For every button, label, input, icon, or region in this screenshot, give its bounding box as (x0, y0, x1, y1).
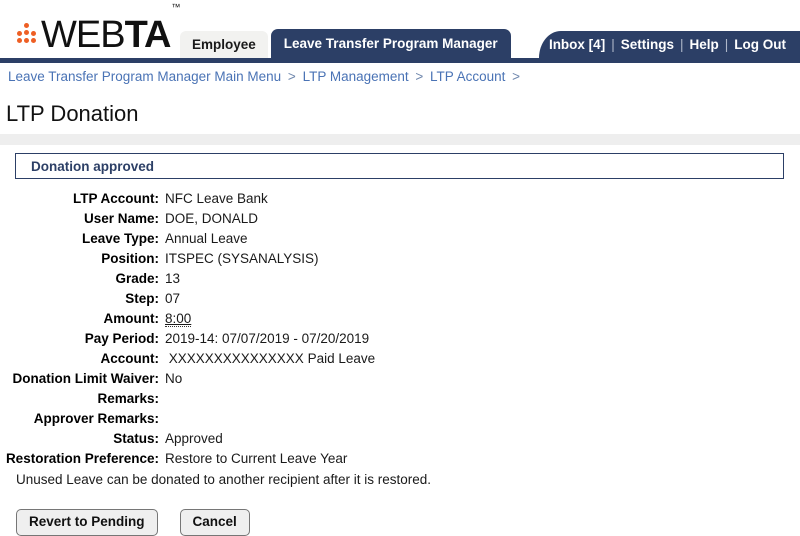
nav-logout-link[interactable]: Log Out (734, 37, 786, 52)
nav-help-link[interactable]: Help (689, 37, 718, 52)
detail-row-value[interactable]: 8:00 (165, 311, 192, 327)
nav-separator: | (679, 37, 684, 52)
detail-row-label: Donation Limit Waiver: (12, 371, 159, 386)
detail-row-value: 2019-14: 07/07/2019 - 07/20/2019 (165, 331, 370, 346)
detail-row: Remarks: (0, 391, 800, 411)
nav-inbox-link[interactable]: Inbox [4] (549, 37, 605, 52)
detail-row-label: Restoration Preference: (5, 451, 159, 466)
detail-row-label: Position: (101, 251, 159, 266)
restoration-note: Unused Leave can be donated to another r… (16, 472, 432, 487)
breadcrumb-item-ltp-main-menu[interactable]: Leave Transfer Program Manager Main Menu (8, 69, 281, 84)
logo-text-web: WEB (41, 14, 126, 57)
tab-leave-transfer-program-manager[interactable]: Leave Transfer Program Manager (270, 29, 511, 58)
detail-row-value: 13 (165, 271, 181, 286)
detail-row-label: Status: (113, 431, 159, 446)
detail-row-value: Approved (165, 431, 223, 446)
revert-to-pending-button[interactable]: Revert to Pending (16, 509, 158, 536)
top-utility-nav: Inbox [4] | Settings | Help | Log Out (538, 31, 800, 58)
detail-row: Position: ITSPEC (SYSANALYSIS) (0, 251, 800, 271)
detail-row: LTP Account: NFC Leave Bank (0, 191, 800, 211)
page-header: WEBTA™ Employee Leave Transfer Program M… (0, 0, 800, 58)
detail-row-value: NFC Leave Bank (165, 191, 268, 206)
detail-row-value: No (165, 371, 183, 386)
detail-row: Grade: 13 (0, 271, 800, 291)
nav-separator: | (724, 37, 729, 52)
detail-row-label: User Name: (83, 211, 159, 226)
page-title: LTP Donation (6, 101, 139, 126)
nav-separator: | (611, 37, 615, 52)
detail-row-label: Remarks: (97, 391, 159, 406)
logo-dots-icon (14, 23, 40, 49)
detail-row: Status: Approved (0, 431, 800, 451)
breadcrumb: Leave Transfer Program Manager Main Menu… (0, 63, 800, 90)
detail-row-value: Annual Leave (165, 231, 248, 246)
nav-settings-link[interactable]: Settings (621, 37, 674, 52)
detail-row: Restoration Preference: Restore to Curren… (0, 451, 800, 471)
breadcrumb-item-ltp-account[interactable]: LTP Account (430, 69, 505, 84)
detail-row-label: Step: (125, 291, 159, 306)
breadcrumb-separator-trailing: > (512, 69, 521, 84)
detail-row: Step: 07 (0, 291, 800, 311)
form-actions: Revert to Pending Cancel (0, 509, 800, 536)
detail-row: Pay Period: 2019-14: 07/07/2019 - 07/20/2… (0, 331, 800, 351)
tab-employee[interactable]: Employee (179, 30, 269, 58)
detail-row-label: Account: (100, 351, 160, 366)
cancel-button[interactable]: Cancel (179, 509, 250, 536)
breadcrumb-separator: > (415, 69, 424, 84)
title-divider-band (0, 134, 800, 145)
detail-row-value: XXXXXXXXXXXXXXX Paid Leave (165, 351, 376, 366)
detail-row: Account: XXXXXXXXXXXXXXX Paid Leave (0, 351, 800, 371)
status-message-box: Donation approved (15, 153, 784, 179)
detail-row-value: DOE, DONALD (165, 211, 259, 226)
detail-row-value: ITSPEC (SYSANALYSIS) (165, 251, 319, 266)
detail-row-label: Pay Period: (84, 331, 159, 346)
status-message-text: Donation approved (31, 158, 155, 174)
logo-text-ta: TA (124, 14, 172, 57)
detail-row-label: Grade: (115, 271, 159, 286)
detail-row: User Name: DOE, DONALD (0, 211, 800, 231)
detail-row-value: 07 (165, 291, 181, 306)
primary-tabs: Employee Leave Transfer Program Manager (179, 29, 511, 58)
breadcrumb-item-ltp-management[interactable]: LTP Management (303, 69, 409, 84)
detail-row: Amount: 8:00 (0, 311, 800, 331)
webta-logo: WEBTA™ (14, 2, 180, 57)
detail-row-value: Restore to Current Leave Year (165, 451, 348, 466)
detail-row: Leave Type: Annual Leave (0, 231, 800, 251)
logo-trademark-icon: ™ (171, 2, 181, 13)
detail-row: Donation Limit Waiver: No (0, 371, 800, 391)
detail-row-label: LTP Account: (73, 191, 159, 206)
detail-row-label: Leave Type: (81, 231, 159, 246)
detail-row-label: Amount: (103, 311, 159, 326)
detail-row: Approver Remarks: (0, 411, 800, 431)
donation-detail-list: LTP Account: NFC Leave Bank User Name: DOE,… (0, 191, 800, 471)
detail-row-label: Approver Remarks: (33, 411, 159, 426)
breadcrumb-separator: > (287, 69, 296, 84)
